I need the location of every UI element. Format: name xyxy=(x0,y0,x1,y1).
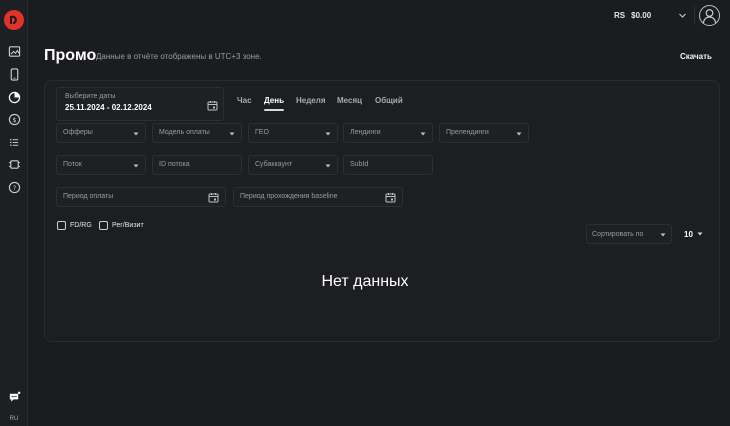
subid-input[interactable]: SubId xyxy=(343,155,433,175)
stream-select[interactable]: Поток xyxy=(56,155,146,175)
page-title: Промо xyxy=(44,47,97,64)
payment-period-picker[interactable]: Период оплаты xyxy=(56,187,226,207)
chevron-down-icon xyxy=(133,163,139,169)
tab-day[interactable]: День xyxy=(264,96,284,111)
sort-select-label: Сортировать по xyxy=(592,231,644,238)
balance-display[interactable]: RS $0.00 xyxy=(614,11,651,20)
chevron-down-icon xyxy=(516,131,522,137)
geo-select-label: ГЕО xyxy=(255,129,269,136)
stream-select-label: Поток xyxy=(63,161,82,168)
checkbox-box[interactable] xyxy=(99,221,108,230)
chevron-down-icon xyxy=(679,13,686,18)
page-subtitle: Данные в отчёте отображены в UTC+3 зоне. xyxy=(96,52,262,61)
baseline-period-placeholder: Период прохождения baseline xyxy=(240,193,338,200)
nav-item-list[interactable] xyxy=(7,135,21,149)
language-switch[interactable]: RU xyxy=(0,416,28,422)
calendar-icon xyxy=(385,192,396,203)
nav-item-statistics[interactable] xyxy=(7,90,21,104)
prelandings-select-label: Прелендинги xyxy=(446,129,489,136)
payment-model-select[interactable]: Модель оплаты xyxy=(152,123,242,143)
reg-visit-checkbox[interactable]: Рег/Визит xyxy=(99,221,144,230)
offers-select-label: Офферы xyxy=(63,129,93,136)
stream-id-placeholder: ID потока xyxy=(159,161,190,168)
per-page-select[interactable]: 10 xyxy=(684,230,693,239)
payment-period-placeholder: Период оплаты xyxy=(63,193,114,200)
date-range-value: 25.11.2024 - 02.12.2024 xyxy=(65,103,152,112)
logo-icon xyxy=(10,15,17,24)
nav-item-mobile[interactable] xyxy=(7,67,21,81)
header-divider xyxy=(694,6,695,24)
tab-hour[interactable]: Час xyxy=(237,96,252,105)
fd-rg-checkbox[interactable]: FD/RG xyxy=(57,221,92,230)
checkbox-box[interactable] xyxy=(57,221,66,230)
svg-text:?: ? xyxy=(12,183,15,191)
chevron-down-icon xyxy=(420,131,426,137)
sidebar: $ ? RU xyxy=(0,0,28,426)
tab-month[interactable]: Месяц xyxy=(337,96,362,105)
date-range-label: Выберите даты xyxy=(65,93,116,100)
geo-select[interactable]: ГЕО xyxy=(248,123,338,143)
chevron-down-icon xyxy=(229,131,235,137)
empty-state: Нет данных xyxy=(321,273,409,290)
subid-placeholder: SubId xyxy=(350,161,369,168)
image-icon xyxy=(8,45,20,57)
tab-total[interactable]: Общий xyxy=(375,96,403,105)
list-icon xyxy=(9,138,18,146)
sort-select[interactable]: Сортировать по xyxy=(586,224,672,244)
dollar-icon: $ xyxy=(8,113,20,125)
user-icon xyxy=(702,9,717,24)
fd-rg-label: FD/RG xyxy=(70,222,92,229)
nav-item-help[interactable]: ? xyxy=(7,180,21,194)
reg-visit-label: Рег/Визит xyxy=(112,222,144,229)
tab-week[interactable]: Неделя xyxy=(296,96,326,105)
chevron-down-icon xyxy=(133,131,139,137)
stream-id-input[interactable]: ID потока xyxy=(152,155,242,175)
landings-select[interactable]: Лендинги xyxy=(343,123,433,143)
nav-item-finance[interactable]: $ xyxy=(7,112,21,126)
nav-item-api[interactable] xyxy=(7,157,21,171)
pie-chart-icon xyxy=(8,91,20,103)
balance-dropdown[interactable] xyxy=(678,11,687,20)
chip-icon xyxy=(8,159,20,169)
nav-item-media[interactable] xyxy=(7,44,21,58)
chevron-down-icon xyxy=(325,163,331,169)
calendar-icon xyxy=(208,192,219,203)
subaccount-select-label: Субаккаунт xyxy=(255,161,293,168)
phone-icon xyxy=(10,67,18,81)
chevron-down-icon xyxy=(660,232,666,238)
currency-code: RS xyxy=(614,11,626,20)
user-avatar[interactable] xyxy=(699,5,720,26)
brand-logo[interactable] xyxy=(4,10,24,30)
offers-select[interactable]: Офферы xyxy=(56,123,146,143)
question-icon: ? xyxy=(8,181,20,193)
prelandings-select[interactable]: Прелендинги xyxy=(439,123,529,143)
chevron-down-icon[interactable] xyxy=(697,231,703,237)
baseline-period-picker[interactable]: Период прохождения baseline xyxy=(233,187,403,207)
calendar-icon xyxy=(207,100,218,111)
date-range-picker[interactable]: Выберите даты 25.11.2024 - 02.12.2024 xyxy=(56,87,224,121)
subaccount-select[interactable]: Субаккаунт xyxy=(248,155,338,175)
download-button[interactable]: Скачать xyxy=(680,52,712,61)
payment-model-select-label: Модель оплаты xyxy=(159,129,210,136)
chevron-down-icon xyxy=(325,131,331,137)
chat-icon xyxy=(9,391,20,402)
chat-button[interactable] xyxy=(7,390,21,404)
svg-text:$: $ xyxy=(12,115,16,123)
landings-select-label: Лендинги xyxy=(350,129,381,136)
balance-value: $0.00 xyxy=(631,11,652,20)
